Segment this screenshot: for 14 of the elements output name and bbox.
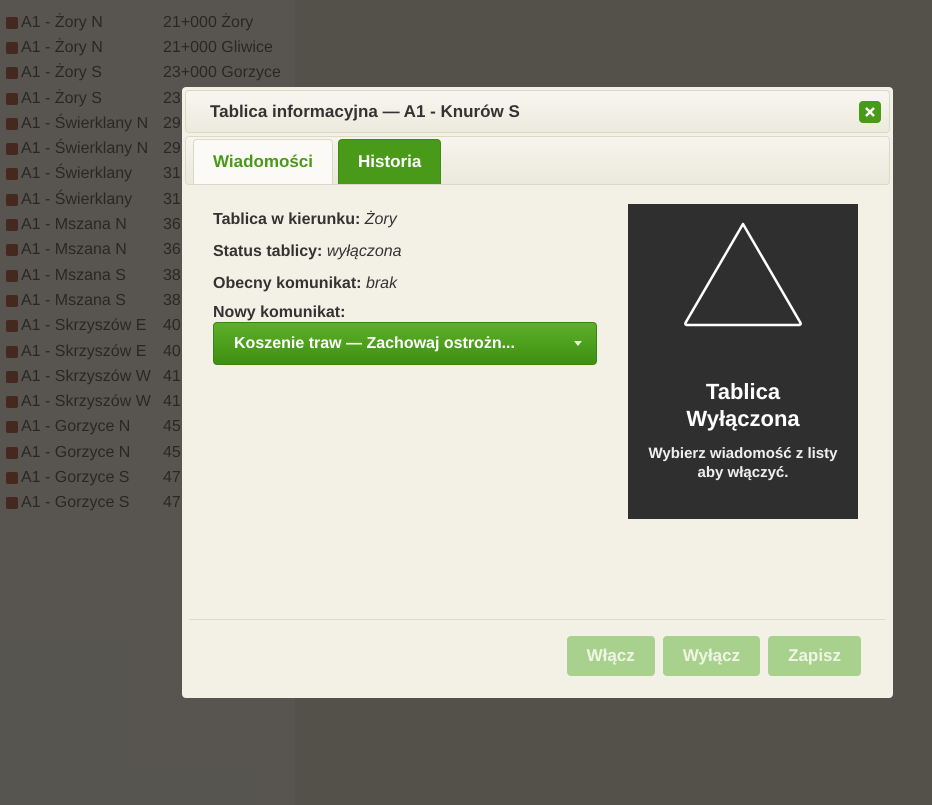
triangle-icon xyxy=(682,220,804,328)
tab[interactable]: Historia xyxy=(338,139,442,184)
sign-title: Tablica Wyłączona xyxy=(685,378,801,432)
tab[interactable]: Wiadomości xyxy=(193,139,333,184)
caret-icon xyxy=(574,341,582,346)
message-dropdown[interactable]: Koszenie traw — Zachowaj ostrożn... xyxy=(213,322,597,365)
info-line: Status tablicy: wyłączona xyxy=(213,242,403,262)
close-button[interactable] xyxy=(859,100,881,122)
sign-hint: Wybierz wiadomość z listy aby włączyć. xyxy=(648,444,838,482)
dialog-title: Tablica informacyjna — A1 - Knurów S xyxy=(210,102,520,122)
info-line: Tablica w kierunku: Żory xyxy=(213,210,398,230)
info-line: Obecny komunikat: brak xyxy=(213,274,398,294)
close-icon xyxy=(865,106,875,116)
field-label: Nowy komunikat: xyxy=(213,303,346,323)
